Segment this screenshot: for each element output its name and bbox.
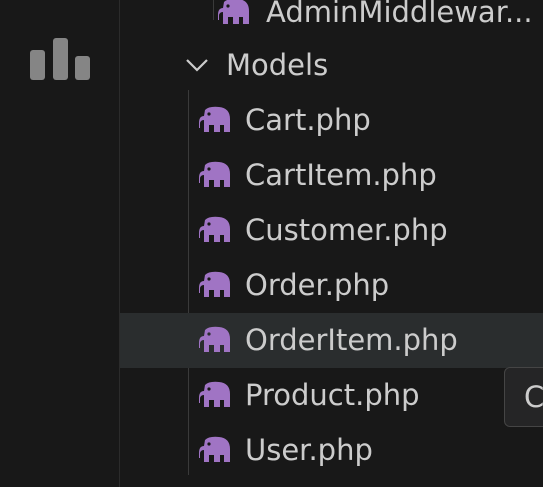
tree-item-admin-middleware[interactable]: AdminMiddlewar... (120, 0, 543, 40)
vscode-explorer-window: AdminMiddlewar... Models Cart.php CartIt… (0, 0, 543, 487)
tree-file-order-item[interactable]: OrderItem.php (120, 313, 543, 368)
tree-file-label: Customer.php (245, 213, 448, 247)
tree-file-cart-item[interactable]: CartItem.php (120, 148, 543, 203)
php-elephant-icon (199, 271, 230, 297)
chevron-down-icon (186, 59, 208, 72)
tree-file-cart[interactable]: Cart.php (120, 93, 543, 148)
tree-file-product[interactable]: Product.php (120, 368, 543, 423)
tree-file-label: OrderItem.php (245, 323, 458, 357)
file-explorer-tree: AdminMiddlewar... Models Cart.php CartIt… (120, 0, 543, 487)
php-elephant-icon (218, 0, 249, 24)
php-elephant-icon (199, 436, 230, 462)
tree-file-label: CartItem.php (245, 158, 437, 192)
tooltip-text: C (524, 380, 543, 414)
tree-folder-models[interactable]: Models (120, 38, 543, 93)
activity-bar (0, 0, 120, 487)
tree-file-label: Cart.php (245, 103, 371, 137)
tree-file-customer[interactable]: Customer.php (120, 203, 543, 258)
bar-chart-icon[interactable] (28, 36, 92, 82)
php-elephant-icon (199, 216, 230, 242)
tree-file-label: Product.php (245, 378, 420, 412)
tree-file-user[interactable]: User.php (120, 423, 543, 478)
hover-tooltip: C (504, 367, 543, 427)
php-elephant-icon (199, 381, 230, 407)
php-elephant-icon (199, 161, 230, 187)
php-elephant-icon (199, 326, 230, 352)
tree-folder-label: Models (226, 48, 329, 82)
tree-file-label: User.php (245, 433, 373, 467)
php-elephant-icon (199, 106, 230, 132)
tree-file-order[interactable]: Order.php (120, 258, 543, 313)
tree-item-label: AdminMiddlewar... (266, 0, 533, 29)
tree-file-label: Order.php (245, 268, 390, 302)
